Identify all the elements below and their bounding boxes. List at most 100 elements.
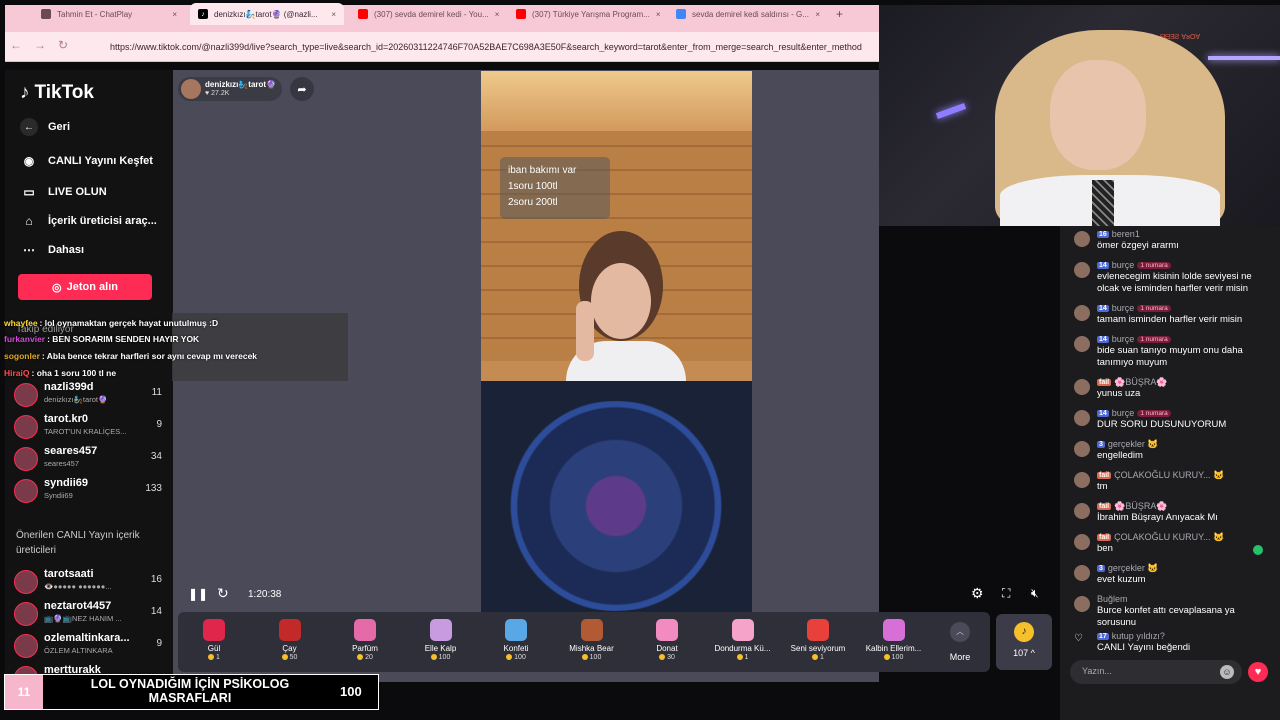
browser-tab[interactable]: Tahmin Et - ChatPlay × <box>33 3 185 25</box>
avatar <box>14 479 38 503</box>
streamer-name[interactable]: denizkızı🧞tarot🔮 <box>205 80 276 89</box>
refresh-button[interactable]: ↻ <box>217 585 229 602</box>
nav-item[interactable]: ◉ CANLI Yayını Keşfet <box>20 152 153 170</box>
like-button[interactable]: ♥ <box>1248 662 1268 682</box>
account-item[interactable]: tarot.kr0 TAROT'UN KRALİÇES... 9 <box>14 413 164 441</box>
gift-item[interactable]: Kalbin Ellerim... 100 <box>859 616 929 672</box>
emoji-icon[interactable]: ☺ <box>1220 665 1234 679</box>
gift-item[interactable]: Gül 1 <box>179 616 249 672</box>
nav-item[interactable]: ⌂ İçerik üreticisi araç... <box>20 212 156 230</box>
avatar <box>1074 565 1090 581</box>
streamer-face <box>1050 60 1146 170</box>
mute-button[interactable]: 🔇︎ <box>1031 586 1039 601</box>
chat-username[interactable]: kutup yıldızı? <box>1112 631 1165 641</box>
avatar <box>14 602 38 626</box>
browser-tab[interactable]: ♪ denizkızı🧞tarot🔮 (@nazli... × <box>190 3 344 25</box>
chat-username[interactable]: ÇOLAKOĞLU KURUY... 🐱 <box>1114 470 1224 481</box>
get-coins-button[interactable]: ◎ Jeton alın <box>18 274 152 300</box>
close-icon[interactable]: × <box>166 10 177 19</box>
back-button[interactable]: ← Geri <box>20 118 70 136</box>
chat-text: ömer özgeyi ararmı <box>1097 240 1179 251</box>
tiktok-icon: ♪ <box>198 9 208 19</box>
chat-username[interactable]: gerçekler 🐱 <box>1108 439 1159 450</box>
gift-item[interactable]: Dondurma Kü... 1 <box>708 616 778 672</box>
overlay-chat-line: whayfee: lol oynamaktan gerçek hayat unu… <box>4 318 219 328</box>
gift-item[interactable]: Parfüm 20 <box>330 616 400 672</box>
account-item[interactable]: syndii69 Syndii69 133 <box>14 477 164 505</box>
chat-username[interactable]: burçe <box>1112 303 1135 313</box>
chat-username[interactable]: gerçekler 🐱 <box>1108 563 1159 574</box>
chat-input[interactable]: Yazın... <box>1070 660 1242 684</box>
account-item[interactable]: tarotsaati 👁️●●●●● ●●●●●●... 16 <box>14 568 164 596</box>
close-icon[interactable]: × <box>650 10 660 19</box>
close-icon[interactable]: × <box>325 10 336 19</box>
chat-username[interactable]: 🌸BÜŞRA🌸 <box>1114 501 1167 512</box>
level-badge: fail <box>1097 472 1112 479</box>
account-item[interactable]: nazli399d denizkızı🧞tarot🔮 11 <box>14 381 164 409</box>
suggested-title: Önerilen CANLI Yayın içerik üreticileri <box>16 530 140 556</box>
neon-light <box>1208 56 1280 60</box>
chat-text: evlenecegim kisinin lolde seviyesi ne ol… <box>1097 271 1252 294</box>
share-button[interactable]: ➦ <box>290 77 314 101</box>
chat-username[interactable]: burçe <box>1112 260 1135 270</box>
gift-icon <box>656 619 678 641</box>
gear-icon: ⚙ <box>971 585 984 601</box>
fullscreen-button[interactable]: ⛶ <box>1002 586 1010 601</box>
nav-item[interactable]: ▭ LIVE OLUN <box>20 183 106 201</box>
chat-username[interactable]: ÇOLAKOĞLU KURUY... 🐱 <box>1114 532 1224 543</box>
more-gifts-button[interactable]: ︿ More <box>940 622 980 662</box>
new-tab-button[interactable]: + <box>828 3 848 25</box>
account-item[interactable]: seares457 seares457 34 <box>14 445 164 473</box>
youtube-icon <box>516 9 526 19</box>
streamer-likes: ♥ 27.2K <box>205 90 230 97</box>
level-badge: fail <box>1097 379 1112 386</box>
goal-count: 11 <box>5 675 43 709</box>
settings-button[interactable]: ⚙ <box>971 585 984 602</box>
avatar <box>1074 472 1090 488</box>
gift-item[interactable]: Seni seviyorum 1 <box>783 616 853 672</box>
gift-icon <box>429 619 452 641</box>
gift-item[interactable]: Mishka Bear 100 <box>557 616 627 672</box>
heart-icon: ♥ <box>1254 666 1262 678</box>
browser-tab[interactable]: sevda demirel kedi saldırısı - G... × <box>668 3 828 25</box>
close-icon[interactable]: × <box>489 10 500 19</box>
browser-tab[interactable]: (307) sevda demirel kedi - You... × <box>350 3 500 25</box>
url-field[interactable]: https://www.tiktok.com/@nazli399d/live?s… <box>110 42 878 52</box>
avatar <box>1074 305 1090 321</box>
price-note-line: 1soru 100tl <box>508 181 558 192</box>
price-note-line: 2soru 200tl <box>508 197 558 208</box>
chat-username[interactable]: Buğlem <box>1097 594 1128 604</box>
chat-username[interactable]: beren1 <box>1112 229 1140 239</box>
coin-balance[interactable]: ♪ 107 ^ <box>996 614 1052 670</box>
account-item[interactable]: ozlemaltinkara... ÖZLEM ALTINKARA 9 <box>14 632 164 660</box>
pause-button[interactable]: ❚❚ <box>188 587 208 601</box>
avatar <box>1074 231 1090 247</box>
home-icon: ⌂ <box>25 214 33 228</box>
tiktok-logo[interactable]: ♪ TikTok <box>20 82 94 104</box>
chat-text: CANLI Yayını beğendi <box>1097 642 1191 653</box>
streamer-avatar[interactable] <box>181 79 201 99</box>
more-icon: ⋯ <box>23 243 35 257</box>
account-item[interactable]: neztarot4457 📺🔮📺NEZ HANIM ... 14 <box>14 600 164 628</box>
browser-tab[interactable]: (307) Türkiye Yarışma Program... × <box>508 3 660 25</box>
live-video[interactable] <box>481 71 752 613</box>
chat-username[interactable]: 🌸BÜŞRA🌸 <box>1114 377 1167 388</box>
browser-nav-buttons[interactable]: ←→↻ <box>10 38 80 52</box>
youtube-icon <box>358 9 368 19</box>
gift-item[interactable]: Konfeti 100 <box>481 616 551 672</box>
gift-item[interactable]: Donat 30 <box>632 616 702 672</box>
avatar <box>1074 441 1090 457</box>
nav-item[interactable]: ⋯ Dahası <box>20 241 84 259</box>
coin-icon: ◎ <box>52 281 62 294</box>
gift-item[interactable]: Çay 50 <box>255 616 325 672</box>
chat-text: tamam isminden harfler verir misin <box>1097 314 1243 325</box>
chat-username[interactable]: burçe <box>1112 334 1135 344</box>
gift-item[interactable]: Elle Kalp 100 <box>406 616 476 672</box>
chat-username[interactable]: burçe <box>1112 408 1135 418</box>
streamer-tie <box>1092 180 1114 226</box>
stream-time: 1:20:38 <box>248 589 282 600</box>
chat-text: evet kuzum <box>1097 574 1146 585</box>
chatplay-icon <box>41 9 51 19</box>
overlay-chat-line: furkanvier: BEN SORARIM SENDEN HAYIR YOK <box>4 334 200 344</box>
close-icon[interactable]: × <box>809 10 820 19</box>
